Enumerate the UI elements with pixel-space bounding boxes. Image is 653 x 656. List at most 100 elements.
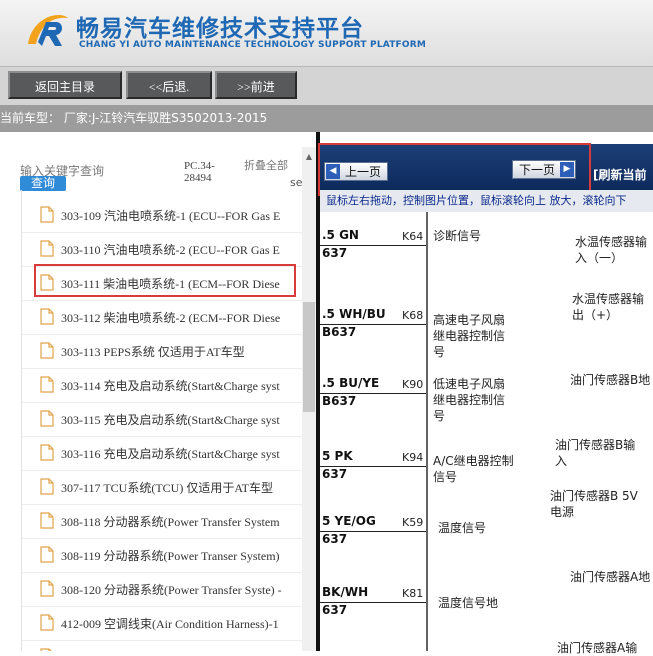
signal-label: 高速电子风扇 <box>433 313 506 327</box>
sensor-label: 油门传感器B 5V <box>550 489 638 503</box>
tree-item[interactable]: 308-118 分动器系统(Power Transfer System <box>22 505 302 539</box>
wire-number: 637 <box>322 467 348 481</box>
tree-item-label: 303-114 充电及启动系统(Start&Charge syst <box>61 379 280 393</box>
scroll-up-icon[interactable]: ▲ <box>302 150 316 164</box>
pin-label: K68 <box>402 309 424 322</box>
wire-line <box>320 531 426 532</box>
tree-item[interactable]: 303-113 PEPS系统 仅适用于AT车型 <box>22 335 302 369</box>
document-icon <box>40 342 54 359</box>
tree-item-label: 308-119 分动器系统(Power Transer System) <box>61 549 280 563</box>
brand-title: 畅易汽车维修技术支持平台 <box>76 16 364 42</box>
tree-item[interactable]: 303-116 充电及启动系统(Start&Charge syst <box>22 437 302 471</box>
signal-label: 温度信号 <box>438 521 487 535</box>
tree-item-label: 303-113 PEPS系统 仅适用于AT车型 <box>61 345 245 359</box>
signal-label: 信号 <box>433 470 458 484</box>
wiring-diagram[interactable] <box>320 212 653 651</box>
column-fragment: se <box>290 176 303 189</box>
tree-item[interactable]: 308-119 分动器系统(Power Transer System) <box>22 539 302 573</box>
sensor-label: 油门传感器B地 <box>570 373 651 387</box>
tree-item-label: 412-009 空调线束(Air Condition Harness)-1 <box>61 617 279 631</box>
wire-number: 637 <box>322 603 348 617</box>
document-icon <box>40 308 54 325</box>
document-icon <box>40 580 54 597</box>
wire-line <box>320 393 426 394</box>
viewer-hint-text: 鼠标左右拖动，控制图片位置，鼠标滚轮向上 放大，滚轮向下 <box>326 194 627 207</box>
wire-number: B637 <box>322 325 357 339</box>
wire-color-label: .5 WH/BU <box>322 307 386 321</box>
pin-label: K59 <box>402 516 424 529</box>
signal-label: A/C继电器控制 <box>433 454 514 468</box>
collapse-all-link[interactable]: 折叠全部 <box>244 160 288 172</box>
tree-item[interactable]: 307-117 TCU系统(TCU) 仅适用于AT车型 <box>22 471 302 505</box>
tree-item[interactable]: 303-109 汽油电喷系统-1 (ECU--FOR Gas E <box>22 199 302 233</box>
catalog-panel: 输入关键字查询 查询 PC.34-28494 折叠全部 se ▲ 303-109… <box>0 132 316 651</box>
wire-line <box>320 466 426 467</box>
signal-label: 号 <box>433 409 446 423</box>
nav-highlight <box>318 143 591 196</box>
document-icon <box>40 614 54 631</box>
toolbar: 返回主目录 <<后退. >>前进 <box>0 66 653 105</box>
wire-color-label: .5 GN <box>322 228 359 242</box>
signal-label: 温度信号地 <box>438 596 499 610</box>
viewer-hint: 鼠标左右拖动，控制图片位置，鼠标滚轮向上 放大，滚轮向下 <box>320 190 653 212</box>
forward-button[interactable]: >>前进 <box>215 71 297 99</box>
tree-item[interactable]: 303-114 充电及启动系统(Start&Charge syst <box>22 369 302 403</box>
tree-scroll-thumb[interactable] <box>303 302 315 412</box>
tree-item-label: 308-120 分动器系统(Power Transfer Syste) - <box>61 583 282 597</box>
tree-item-label: 308-118 分动器系统(Power Transfer System <box>61 515 280 529</box>
document-icon <box>40 376 54 393</box>
wire-line <box>320 245 426 246</box>
tree-item-label: 307-117 TCU系统(TCU) 仅适用于AT车型 <box>61 481 273 495</box>
pin-label: K90 <box>402 378 424 391</box>
signal-label: 继电器控制信 <box>433 329 506 343</box>
brand-subtitle: CHANG YI AUTO MAINTENANCE TECHNOLOGY SUP… <box>79 40 427 50</box>
tree-item[interactable]: 303-115 充电及启动系统(Start&Charge syst <box>22 403 302 437</box>
tree-item[interactable]: 308-120 分动器系统(Power Transfer Syste) - <box>22 573 302 607</box>
document-icon <box>40 410 54 427</box>
refresh-current-link[interactable]: [刷新当前 <box>593 166 647 183</box>
tree-item-label: 303-116 充电及启动系统(Start&Charge syst <box>61 447 280 461</box>
wire-color-label: 5 PK <box>322 449 353 463</box>
sensor-label: 出（+） <box>572 308 619 322</box>
wire-number: 637 <box>322 246 348 260</box>
pin-label: K64 <box>402 230 424 243</box>
sensor-label: 油门传感器A地 <box>570 570 651 584</box>
selected-item-highlight <box>34 264 296 297</box>
document-icon <box>40 444 54 461</box>
tree-item-label: 303-109 汽油电喷系统-1 (ECU--FOR Gas E <box>61 209 281 223</box>
document-icon <box>40 478 54 495</box>
document-icon <box>40 206 54 223</box>
sensor-label: 电源 <box>550 505 575 519</box>
pin-label: K81 <box>402 587 424 600</box>
signal-label: 继电器控制信 <box>433 393 506 407</box>
sensor-label: 油门传感器B输 <box>555 438 636 452</box>
wire-color-label: 5 YE/OG <box>322 514 376 528</box>
tree-item[interactable]: 412-010 空调线束 <box>22 641 302 651</box>
home-button[interactable]: 返回主目录 <box>8 71 122 99</box>
tree-item-label: 303-110 汽油电喷系统-2 (ECU--FOR Gas E <box>61 243 280 257</box>
pin-label: K94 <box>402 451 424 464</box>
signal-label: 号 <box>433 345 446 359</box>
tree-item[interactable]: 412-009 空调线束(Air Condition Harness)-1 <box>22 607 302 641</box>
document-icon <box>40 546 54 563</box>
document-icon <box>40 512 54 529</box>
tree-item[interactable]: 303-110 汽油电喷系统-2 (ECU--FOR Gas E <box>22 233 302 267</box>
sensor-label: 入 <box>555 454 568 468</box>
brand-logo-icon <box>22 8 72 52</box>
signal-label: 低速电子风扇 <box>433 377 506 391</box>
search-button[interactable]: 查询 <box>20 176 66 191</box>
current-model-bar: 当前车型： 厂家:J-江铃汽车驭胜S3502013-2015 <box>0 105 653 132</box>
tree-item-label: 303-112 柴油电喷系统-2 (ECM--FOR Diese <box>61 311 281 325</box>
wire-line <box>320 324 426 325</box>
sensor-label: 油门传感器A输 <box>557 641 638 655</box>
wire-number: 637 <box>322 532 348 546</box>
sensor-label: 水温传感器输 <box>572 292 645 306</box>
wire-color-label: .5 BU/YE <box>322 376 380 390</box>
wire-line <box>320 602 426 603</box>
sensor-label: 水温传感器输 <box>575 235 648 249</box>
document-icon <box>40 240 54 257</box>
tree-item[interactable]: 303-112 柴油电喷系统-2 (ECM--FOR Diese <box>22 301 302 335</box>
wire-number: B637 <box>322 394 357 408</box>
pc-code: PC.34-28494 <box>184 160 215 184</box>
back-button[interactable]: <<后退. <box>126 71 212 99</box>
